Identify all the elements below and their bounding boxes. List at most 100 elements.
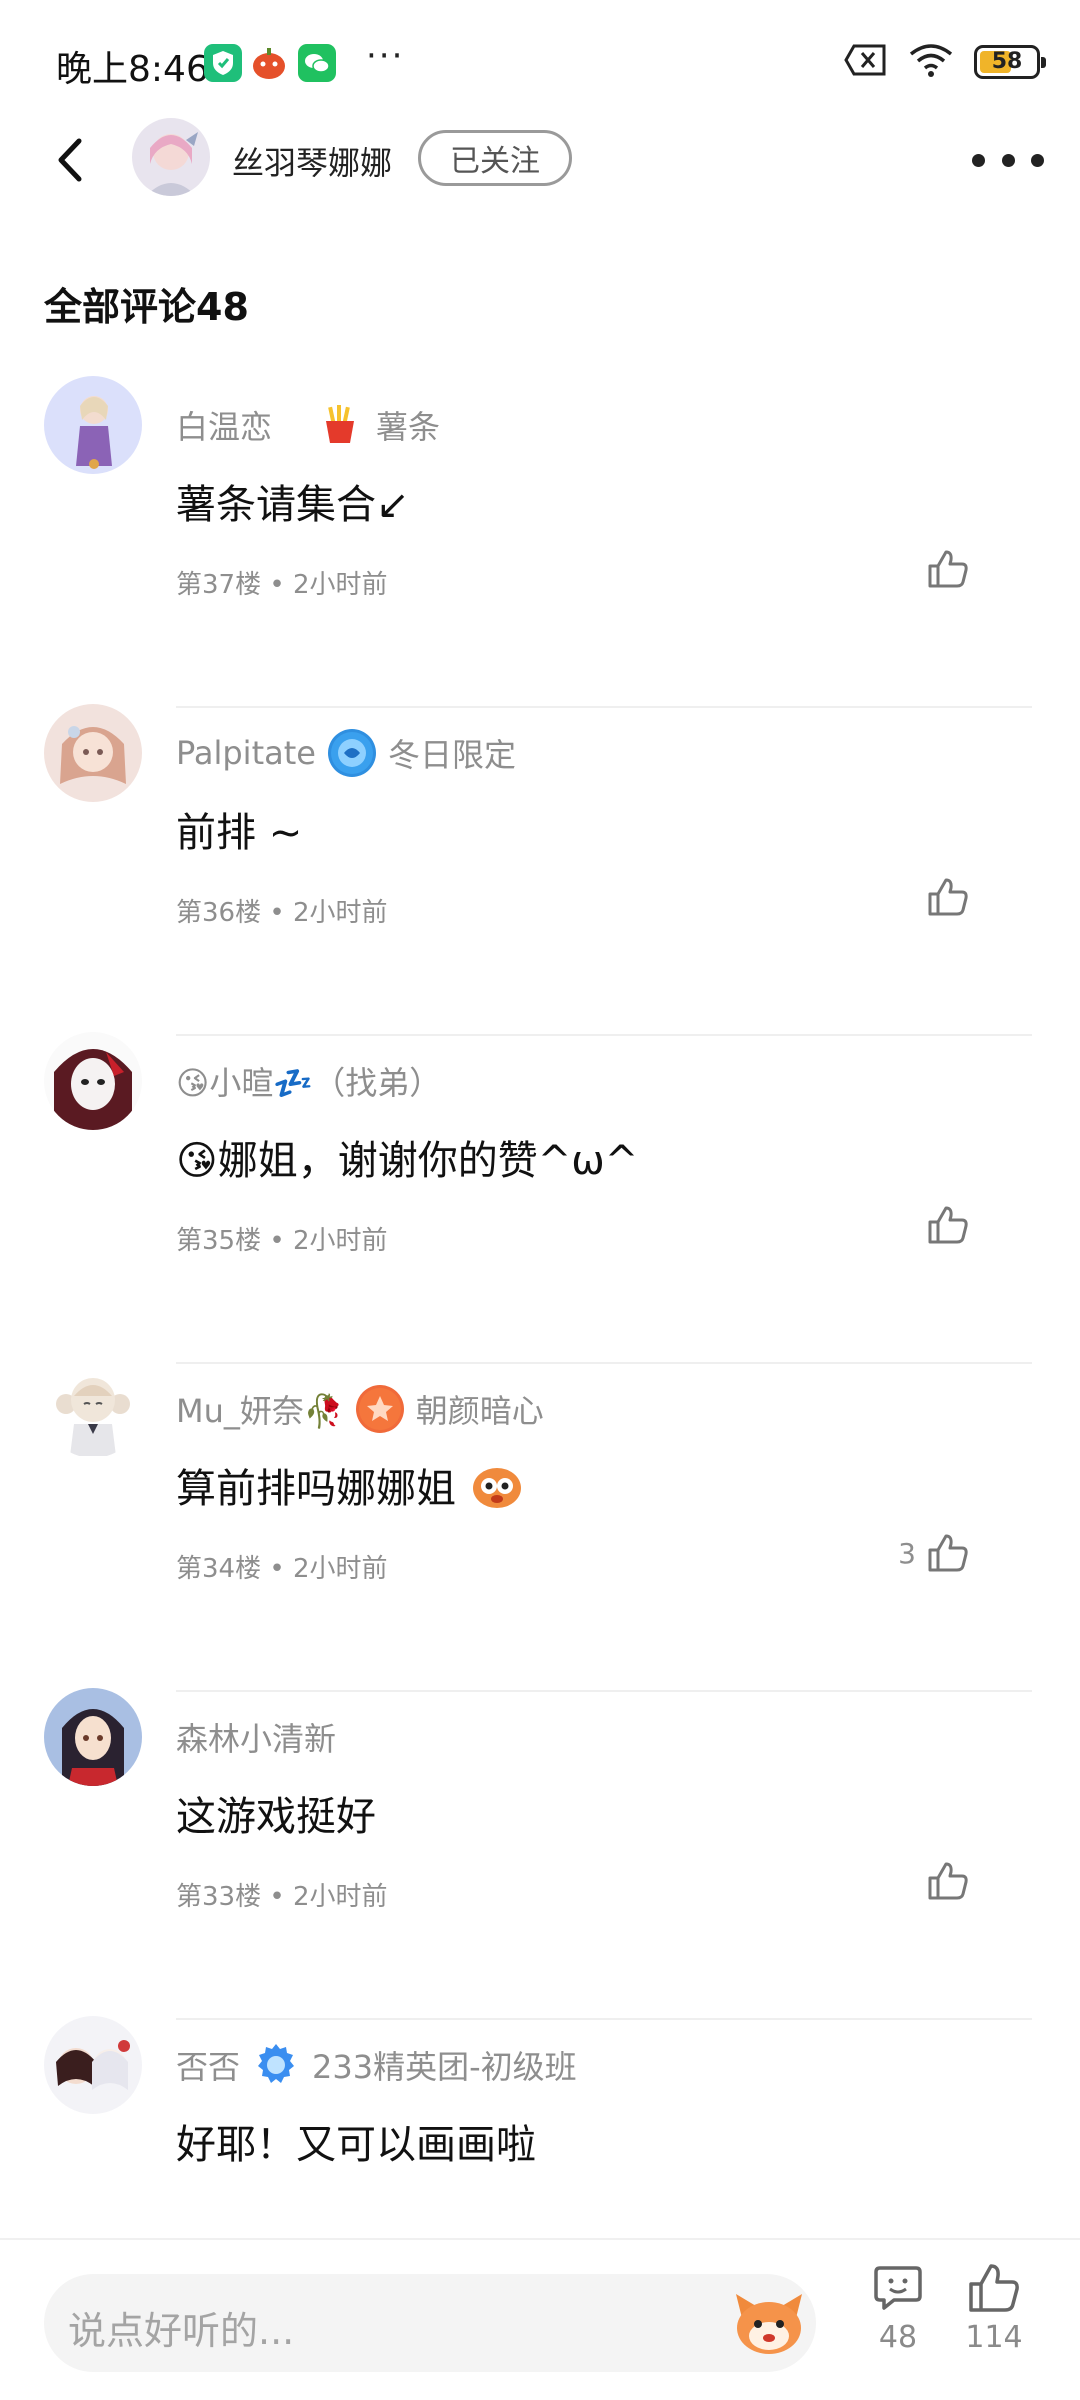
dot-icon — [972, 153, 985, 167]
morning-glory-badge-icon — [355, 1385, 404, 1433]
comment-text: 前排 ~ — [176, 810, 303, 856]
commenter-badge-label: 冬日限定 — [387, 736, 516, 774]
comment-time: 2小时前 — [292, 1554, 388, 1584]
dot-icon — [1031, 153, 1044, 167]
bottom-comment-bar: 说点好听的... 48 114 — [0, 2238, 1080, 2400]
comment-meta: 第35楼 • 2小时前 — [176, 1220, 388, 1257]
comment-time: 2小时前 — [292, 1882, 388, 1912]
comment-text-body: 算前排吗娜娜姐 — [176, 1466, 456, 1512]
battery-cap — [1041, 57, 1046, 68]
commenter-name[interactable]: 😘小暄💤（找弟） — [176, 1058, 441, 1104]
thumbs-up-icon — [928, 878, 968, 916]
comment-meta: 第34楼 • 2小时前 — [176, 1548, 388, 1585]
comments-section-title: 全部评论48 — [44, 285, 249, 329]
like-count: 114 — [965, 2320, 1023, 2355]
comment-floor: 第33楼 — [176, 1882, 262, 1912]
thumbs-up-icon — [928, 550, 968, 588]
comment-header: 白温恋 薯条 — [176, 400, 440, 450]
commenter-avatar[interactable] — [44, 376, 142, 474]
commenter-avatar[interactable] — [44, 1688, 142, 1786]
meta-separator: • — [269, 1554, 293, 1584]
comment-floor: 第35楼 — [176, 1226, 262, 1256]
comment-like-button[interactable] — [916, 1204, 970, 1246]
commenter-name[interactable]: 白温恋 — [176, 402, 272, 448]
meta-separator: • — [269, 1882, 293, 1912]
comment-item: 否否 233精英团-初级班 好耶！又可以画画啦 — [0, 2016, 1080, 2238]
commenter-avatar[interactable] — [44, 1360, 142, 1458]
status-right-group: 58 — [844, 42, 1046, 82]
comment-floor: 第36楼 — [176, 898, 262, 928]
comment-meta: 第37楼 • 2小时前 — [176, 564, 388, 601]
thumbs-up-icon — [928, 1534, 968, 1572]
comment-header: 😘小暄💤（找弟） — [176, 1056, 441, 1106]
post-header: 丝羽琴娜娜 已关注 — [0, 110, 1080, 210]
more-options-button[interactable] — [972, 142, 1044, 178]
comment-like-count: 3 — [898, 1536, 916, 1570]
battery-icon: 58 — [974, 45, 1046, 79]
comment-text: 这游戏挺好 — [176, 1794, 376, 1840]
comment-time: 2小时前 — [292, 898, 388, 928]
comment-like-button[interactable] — [916, 1860, 970, 1902]
back-arrow-icon — [58, 138, 82, 182]
comment-header: 否否 233精英团-初级班 — [176, 2040, 577, 2090]
mascot-sticker-icon[interactable] — [732, 2288, 806, 2358]
status-more-indicator: ··· — [366, 36, 405, 76]
comment-item: Palpitate 冬日限定 前排 ~ 第36楼 • 2小时前 — [0, 704, 1080, 1038]
comment-like-button[interactable] — [916, 548, 970, 590]
comment-floor: 第37楼 — [176, 570, 262, 600]
meta-separator: • — [269, 1226, 293, 1256]
status-time: 晚上8:46 — [56, 49, 209, 90]
winter-badge-icon — [327, 729, 376, 777]
comments-button[interactable]: 48 — [848, 2262, 948, 2382]
commenter-avatar[interactable] — [44, 1032, 142, 1130]
commenter-avatar[interactable] — [44, 704, 142, 802]
like-post-button[interactable]: 114 — [944, 2262, 1044, 2382]
commenter-badge-label: 薯条 — [376, 408, 441, 446]
commenter-badge-label: 朝颜暗心 — [415, 1392, 544, 1430]
comment-header: 森林小清新 — [176, 1712, 336, 1762]
comment-meta: 第33楼 • 2小时前 — [176, 1876, 388, 1913]
status-bar: 晚上8:46 ··· 58 — [0, 0, 1080, 120]
commenter-name[interactable]: Palpitate — [176, 734, 316, 772]
commenter-name[interactable]: 否否 — [176, 2042, 240, 2088]
thumbs-up-icon — [928, 1206, 968, 1244]
commenter-badge-label: 233精英团-初级班 — [312, 2048, 577, 2086]
comment-count: 48 — [878, 2320, 918, 2355]
shield-app-icon — [204, 44, 242, 82]
dot-icon — [1001, 153, 1015, 167]
comment-text: 薯条请集合↙ — [176, 482, 410, 528]
comment-text: 😘娜姐，谢谢你的赞^ω^ — [176, 1138, 639, 1184]
comment-floor: 第34楼 — [176, 1554, 262, 1584]
author-avatar[interactable] — [132, 118, 210, 196]
comment-item: 白温恋 薯条 薯条请集合↙ 第37楼 • 2小时前 — [0, 376, 1080, 710]
meta-separator: • — [269, 570, 293, 600]
wifi-icon — [908, 42, 954, 82]
commenter-name[interactable]: 森林小清新 — [176, 1714, 336, 1760]
comment-text: 算前排吗娜娜姐 — [176, 1456, 525, 1520]
author-name[interactable]: 丝羽琴娜娜 — [232, 138, 392, 184]
sim-off-icon — [844, 43, 888, 81]
commenter-avatar[interactable] — [44, 2016, 142, 2114]
comment-header: Mu_妍奈🥀 朝颜暗心 — [176, 1384, 544, 1434]
comment-bubble-icon — [874, 2266, 922, 2310]
elite-badge-icon — [252, 2041, 300, 2089]
comment-item: 森林小清新 这游戏挺好 第33楼 • 2小时前 — [0, 1688, 1080, 2022]
battery-text: 58 — [991, 49, 1023, 74]
comment-item: Mu_妍奈🥀 朝颜暗心 算前排吗娜娜姐 第34楼 • 2小时前 3 — [0, 1360, 1080, 1694]
comment-meta: 第36楼 • 2小时前 — [176, 892, 388, 929]
comment-input[interactable]: 说点好听的... — [44, 2274, 816, 2372]
comment-time: 2小时前 — [292, 1226, 388, 1256]
follow-button[interactable]: 已关注 — [418, 130, 572, 186]
comment-header: Palpitate 冬日限定 — [176, 728, 516, 778]
fries-badge-icon — [316, 401, 364, 449]
back-button[interactable] — [40, 130, 100, 190]
comment-like-button[interactable] — [916, 876, 970, 918]
commenter-name[interactable]: Mu_妍奈🥀 — [176, 1386, 344, 1432]
pumpkin-app-icon — [250, 44, 288, 82]
comment-item: 😘小暄💤（找弟） 😘娜姐，谢谢你的赞^ω^ 第35楼 • 2小时前 — [0, 1032, 1080, 1366]
meta-separator: • — [269, 898, 293, 928]
comment-input-placeholder: 说点好听的... — [68, 2309, 295, 2353]
wechat-app-icon — [298, 44, 336, 82]
thumbs-up-icon — [969, 2264, 1019, 2312]
comment-like-button[interactable]: 3 — [898, 1532, 970, 1574]
